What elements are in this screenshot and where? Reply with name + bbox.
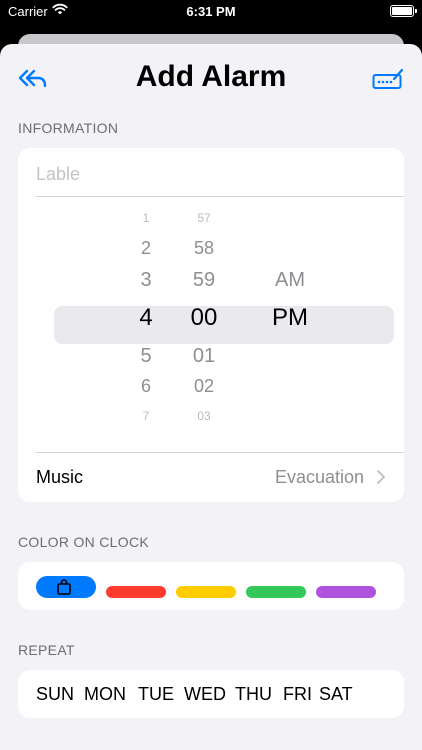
minute-item[interactable]: 00 [174,306,234,330]
hour-item[interactable]: 6 [116,377,176,395]
music-value: Evacuation [274,467,364,487]
page-title: Add Alarm [135,60,287,93]
repeat-day-sun[interactable]: SUN [36,684,74,705]
color-swatch[interactable] [176,586,236,598]
minute-item[interactable]: 02 [174,377,234,395]
repeat-day-thu[interactable]: THU [235,684,272,705]
color-swatch[interactable] [246,586,306,598]
repeat-day-sat[interactable]: SAT [319,684,353,705]
hour-item[interactable]: 2 [116,239,176,257]
chevron-right-icon [377,470,385,484]
period-item[interactable]: PM [260,306,320,330]
divider [36,196,404,197]
color-swatch[interactable] [36,576,96,598]
hour-item[interactable]: 1 [116,212,176,224]
minute-item[interactable]: 01 [174,346,234,366]
minute-item[interactable]: 58 [174,239,234,257]
color-swatch[interactable] [316,586,376,598]
repeat-card: SUN MON TUE WED THU FRI SAT [18,670,404,718]
color-swatch[interactable] [106,586,166,598]
repeat-day-tue[interactable]: TUE [138,684,174,705]
information-card: 1 2 3 4 5 6 7 57 58 59 00 01 02 03 AM PM Music Evacuati… [18,148,404,502]
hour-item[interactable]: 4 [116,306,176,330]
hour-item[interactable]: 5 [116,346,176,366]
repeat-day-fri[interactable]: FRI [283,684,312,705]
status-time: 6:31 PM [186,4,236,19]
minute-item[interactable]: 57 [174,212,234,224]
keyboard-edit-icon[interactable] [372,66,404,92]
repeat-section-label: REPEAT [18,642,75,658]
information-section-label: INFORMATION [18,120,119,136]
repeat-day-mon[interactable]: MON [84,684,126,705]
time-picker[interactable]: 1 2 3 4 5 6 7 57 58 59 00 01 02 03 AM PM [18,198,404,452]
color-card [18,562,404,610]
hour-item[interactable]: 3 [116,270,176,290]
add-alarm-sheet: Add Alarm INFORMATION 1 2 3 4 5 6 7 57 58 59 00 01 0… [0,44,422,750]
battery-icon [390,5,417,17]
music-label: Music [36,467,84,487]
status-bar: Carrier 6:31 PM [0,0,422,24]
nav-bar: Add Alarm [0,44,422,110]
color-section-label: COLOR ON CLOCK [18,534,149,550]
minute-item[interactable]: 59 [174,270,234,290]
hour-item[interactable]: 7 [116,410,176,422]
alarm-label-input[interactable] [36,156,386,192]
bag-icon [57,579,71,595]
music-row[interactable]: Music Evacuation [18,452,404,502]
repeat-day-wed[interactable]: WED [184,684,226,705]
period-item[interactable]: AM [260,270,320,290]
minute-item[interactable]: 03 [174,410,234,422]
